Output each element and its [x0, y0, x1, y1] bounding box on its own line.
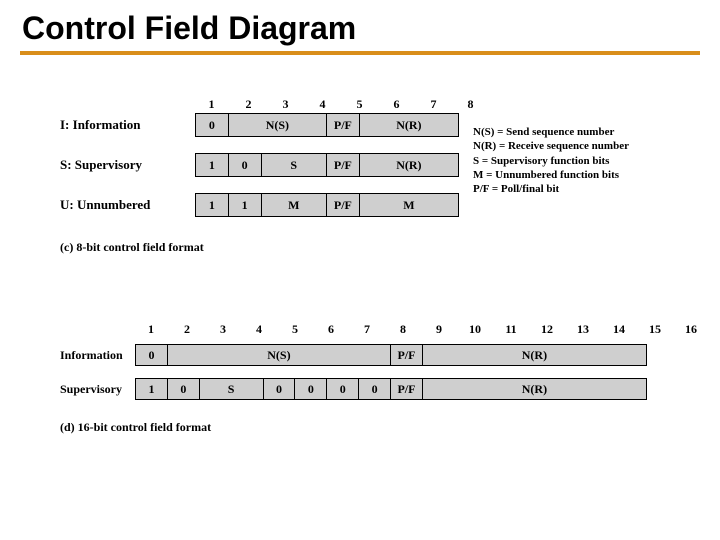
col-num: 6: [315, 322, 347, 337]
field-cell: S: [262, 154, 328, 176]
field-cell: N(R): [360, 154, 458, 176]
col-num: 4: [243, 322, 275, 337]
legend: N(S) = Send sequence number N(R) = Recei…: [473, 125, 629, 196]
col-num: 1: [135, 322, 167, 337]
field-cell: 0: [264, 379, 296, 399]
row-label-information: I: Information: [60, 117, 141, 133]
row-label-supervisory-16: Supervisory: [60, 382, 122, 397]
col-num: 8: [387, 322, 419, 337]
field-cell: S: [200, 379, 264, 399]
legend-line: P/F = Poll/final bit: [473, 182, 629, 196]
field-cell: N(R): [360, 114, 458, 136]
col-num: 1: [195, 97, 228, 112]
legend-line: S = Supervisory function bits: [473, 154, 629, 168]
col-num: 5: [279, 322, 311, 337]
col-num: 11: [495, 322, 527, 337]
col-num: 5: [343, 97, 376, 112]
field-cell: P/F: [391, 345, 423, 365]
field-cell: P/F: [327, 154, 360, 176]
field-cell: 1: [196, 154, 229, 176]
legend-line: N(S) = Send sequence number: [473, 125, 629, 139]
field-cell: 1: [229, 194, 262, 216]
field-cell: 0: [327, 379, 359, 399]
field-cell: P/F: [391, 379, 423, 399]
row-label-supervisory: S: Supervisory: [60, 157, 142, 173]
caption-8bit: (c) 8-bit control field format: [60, 240, 204, 255]
row-label-unnumbered: U: Unnumbered: [60, 197, 150, 213]
field-cell: M: [360, 194, 458, 216]
row-label-information-16: Information: [60, 348, 123, 363]
col-num: 15: [639, 322, 671, 337]
title-rule: [20, 51, 700, 55]
col-num: 16: [675, 322, 707, 337]
field-cell: N(R): [423, 379, 646, 399]
col-num: 9: [423, 322, 455, 337]
col-numbers-8: 1 2 3 4 5 6 7 8: [195, 95, 487, 113]
field-cell: P/F: [327, 114, 360, 136]
col-num: 12: [531, 322, 563, 337]
field-cell: 0: [136, 345, 168, 365]
col-num: 2: [171, 322, 203, 337]
legend-line: M = Unnumbered function bits: [473, 168, 629, 182]
field-cell: 0: [359, 379, 391, 399]
col-num: 14: [603, 322, 635, 337]
col-num: 2: [232, 97, 265, 112]
field-cell: 1: [196, 194, 229, 216]
field-cell: N(S): [229, 114, 327, 136]
field-cell: 0: [229, 154, 262, 176]
col-num: 6: [380, 97, 413, 112]
legend-line: N(R) = Receive sequence number: [473, 139, 629, 153]
field-cell: N(R): [423, 345, 646, 365]
field-cell: 0: [168, 379, 200, 399]
bar-information-16: 0 N(S) P/F N(R): [135, 344, 647, 366]
bar-supervisory-16: 1 0 S 0 0 0 0 P/F N(R): [135, 378, 647, 400]
bar-unnumbered-8: 1 1 M P/F M: [195, 193, 459, 217]
col-num: 4: [306, 97, 339, 112]
page-title: Control Field Diagram: [0, 0, 720, 51]
col-num: 3: [207, 322, 239, 337]
field-cell: P/F: [327, 194, 360, 216]
field-cell: 0: [196, 114, 229, 136]
field-cell: 1: [136, 379, 168, 399]
col-num: 7: [417, 97, 450, 112]
field-cell: N(S): [168, 345, 391, 365]
field-cell: 0: [295, 379, 327, 399]
bar-supervisory-8: 1 0 S P/F N(R): [195, 153, 459, 177]
col-num: 8: [454, 97, 487, 112]
col-numbers-16: 1 2 3 4 5 6 7 8 9 10 11 12 13 14 15 16: [135, 320, 707, 338]
col-num: 13: [567, 322, 599, 337]
col-num: 3: [269, 97, 302, 112]
col-num: 10: [459, 322, 491, 337]
col-num: 7: [351, 322, 383, 337]
bar-information-8: 0 N(S) P/F N(R): [195, 113, 459, 137]
caption-16bit: (d) 16-bit control field format: [60, 420, 211, 435]
field-cell: M: [262, 194, 328, 216]
